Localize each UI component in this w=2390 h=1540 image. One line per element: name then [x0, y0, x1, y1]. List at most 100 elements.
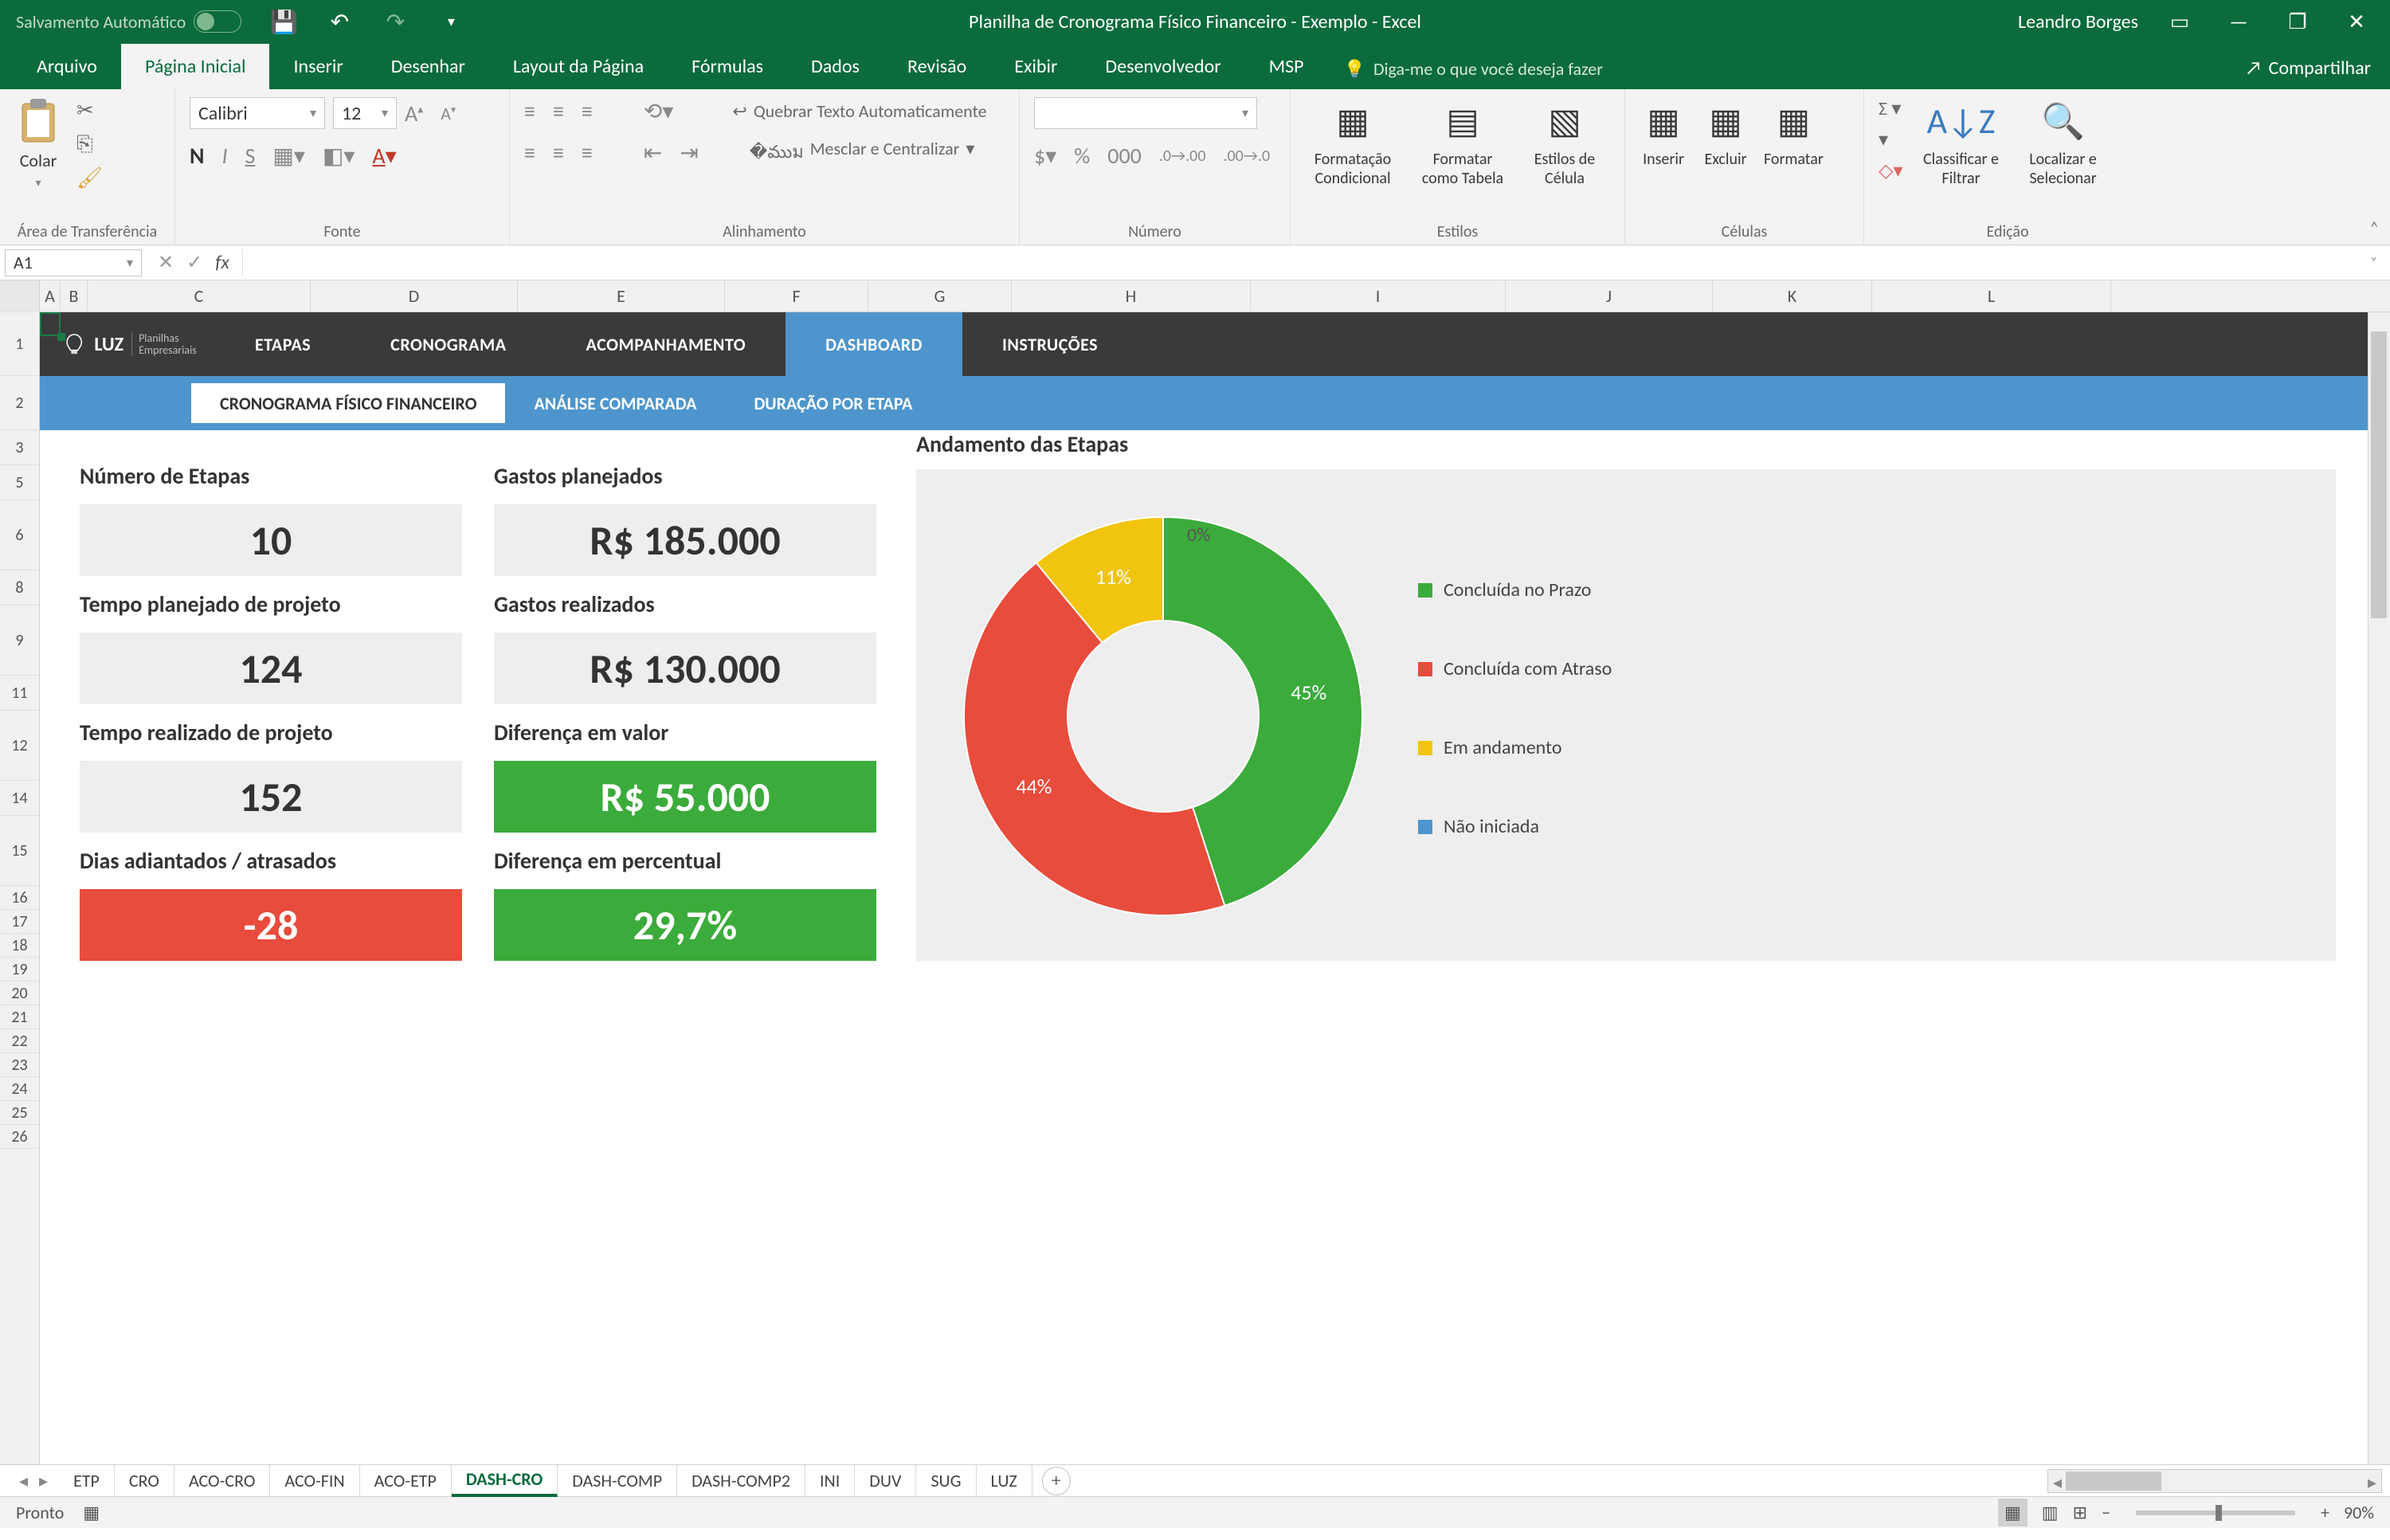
sheet-tab-DASH-CRO[interactable]: DASH-CRO: [452, 1465, 558, 1497]
dash-subtab-2[interactable]: DURAÇÃO POR ETAPA: [725, 383, 941, 423]
percent-format-icon[interactable]: %: [1074, 142, 1090, 170]
align-middle-icon[interactable]: ≡: [553, 97, 564, 125]
col-header-C[interactable]: C: [88, 280, 311, 312]
formula-input[interactable]: [242, 249, 2357, 276]
fill-color-icon[interactable]: ◧▾: [323, 142, 355, 170]
sheet-tab-ACO-FIN[interactable]: ACO-FIN: [270, 1465, 359, 1497]
insert-cells-button[interactable]: ▦Inserir: [1640, 97, 1687, 169]
sort-filter-button[interactable]: A↓ZClassificar e Filtrar: [1918, 97, 2005, 188]
sheet-tab-LUZ[interactable]: LUZ: [977, 1465, 1032, 1497]
col-header-K[interactable]: K: [1713, 280, 1872, 312]
enter-formula-icon[interactable]: ✓: [186, 251, 202, 274]
vertical-scrollbar[interactable]: [2368, 312, 2390, 1464]
sheet-tab-SUG[interactable]: SUG: [916, 1465, 976, 1497]
autosave-toggle[interactable]: Salvamento Automático: [16, 10, 241, 33]
col-header-I[interactable]: I: [1251, 280, 1506, 312]
orientation-icon[interactable]: ⟲▾: [644, 97, 674, 125]
dash-tab-etapas[interactable]: ETAPAS: [215, 312, 351, 376]
qat-customize-icon[interactable]: ▾: [437, 8, 464, 35]
tab-scroll-left-icon[interactable]: ◂: [19, 1470, 28, 1491]
ribbon-tab-arquivo[interactable]: Arquivo: [13, 44, 121, 89]
save-icon[interactable]: 💾: [270, 8, 297, 35]
row-header-5[interactable]: 5: [0, 465, 39, 500]
user-name[interactable]: Leandro Borges: [2018, 10, 2138, 33]
macro-record-icon[interactable]: ▦: [83, 1502, 100, 1523]
conditional-formatting-button[interactable]: ▦Formatação Condicional: [1305, 97, 1401, 188]
row-header-15[interactable]: 15: [0, 816, 39, 886]
ribbon-tab-inserir[interactable]: Inserir: [269, 44, 366, 89]
dash-tab-cronograma[interactable]: CRONOGRAMA: [351, 312, 546, 376]
close-icon[interactable]: ✕: [2339, 8, 2374, 35]
sheet-tab-ACO-ETP[interactable]: ACO-ETP: [360, 1465, 452, 1497]
ribbon-tab-msp[interactable]: MSP: [1245, 44, 1328, 89]
align-center-icon[interactable]: ≡: [553, 139, 564, 167]
row-header-6[interactable]: 6: [0, 500, 39, 570]
font-color-icon[interactable]: A▾: [372, 142, 396, 170]
row-header-2[interactable]: 2: [0, 376, 39, 430]
sheet-tab-ACO-CRO[interactable]: ACO-CRO: [174, 1465, 270, 1497]
cell-styles-button[interactable]: ▧Estilos de Célula: [1525, 97, 1604, 188]
comma-format-icon[interactable]: 000: [1107, 142, 1142, 170]
increase-indent-icon[interactable]: ⇥: [680, 139, 698, 167]
sheet-tab-DASH-COMP2[interactable]: DASH-COMP2: [677, 1465, 805, 1497]
dash-subtab-1[interactable]: ANÁLISE COMPARADA: [505, 383, 725, 423]
row-header-1[interactable]: 1: [0, 312, 39, 376]
font-size-combo[interactable]: 12▾: [333, 97, 397, 129]
dash-tab-acompanhamento[interactable]: ACOMPANHAMENTO: [547, 312, 786, 376]
name-box[interactable]: A1▾: [5, 249, 142, 276]
bold-icon[interactable]: N: [190, 142, 204, 170]
minimize-icon[interactable]: —: [2221, 8, 2256, 35]
dash-subtab-0[interactable]: CRONOGRAMA FÍSICO FINANCEIRO: [191, 383, 505, 423]
redo-icon[interactable]: ↷: [382, 8, 409, 35]
ribbon-display-icon[interactable]: ▭: [2162, 8, 2197, 35]
sheet-tab-CRO[interactable]: CRO: [115, 1465, 174, 1497]
sheet-tab-DUV[interactable]: DUV: [855, 1465, 916, 1497]
cut-icon[interactable]: ✂: [76, 97, 103, 123]
row-header-16[interactable]: 16: [0, 886, 39, 910]
undo-icon[interactable]: ↶: [326, 8, 353, 35]
dash-tab-instruções[interactable]: INSTRUÇÕES: [962, 312, 1138, 376]
ribbon-tab-página-inicial[interactable]: Página Inicial: [121, 44, 270, 89]
dash-tab-dashboard[interactable]: DASHBOARD: [786, 312, 962, 376]
row-header-21[interactable]: 21: [0, 1005, 39, 1029]
zoom-slider[interactable]: [2136, 1511, 2295, 1515]
paste-button[interactable]: Colar ▾: [14, 97, 62, 190]
find-select-button[interactable]: 🔍Localizar e Selecionar: [2020, 97, 2107, 188]
row-header-22[interactable]: 22: [0, 1029, 39, 1053]
italic-icon[interactable]: I: [221, 142, 227, 170]
ribbon-tab-exibir[interactable]: Exibir: [990, 44, 1081, 89]
delete-cells-button[interactable]: ▦Excluir: [1702, 97, 1749, 169]
ribbon-tab-desenhar[interactable]: Desenhar: [367, 44, 489, 89]
align-right-icon[interactable]: ≡: [582, 139, 593, 167]
row-header-25[interactable]: 25: [0, 1101, 39, 1125]
ribbon-tab-dados[interactable]: Dados: [787, 44, 884, 89]
col-header-B[interactable]: B: [61, 280, 88, 312]
row-header-3[interactable]: 3: [0, 430, 39, 465]
col-header-F[interactable]: F: [725, 280, 868, 312]
row-header-9[interactable]: 9: [0, 605, 39, 676]
row-header-26[interactable]: 26: [0, 1125, 39, 1149]
row-header-12[interactable]: 12: [0, 711, 39, 781]
fill-handle[interactable]: [57, 333, 65, 341]
format-as-table-button[interactable]: ▤Formatar como Tabela: [1415, 97, 1510, 188]
borders-icon[interactable]: ▦▾: [272, 142, 305, 170]
col-header-J[interactable]: J: [1506, 280, 1713, 312]
row-header-11[interactable]: 11: [0, 676, 39, 711]
sheet-tab-DASH-COMP[interactable]: DASH-COMP: [558, 1465, 677, 1497]
fx-icon[interactable]: fx: [215, 251, 229, 274]
zoom-level[interactable]: 90%: [2344, 1502, 2374, 1523]
col-header-D[interactable]: D: [311, 280, 518, 312]
col-header-G[interactable]: G: [868, 280, 1012, 312]
row-header-17[interactable]: 17: [0, 910, 39, 934]
fill-icon[interactable]: ▾: [1879, 128, 1903, 151]
horizontal-scrollbar[interactable]: ◂ ▸: [2047, 1469, 2382, 1493]
decrease-indent-icon[interactable]: ⇤: [644, 139, 662, 167]
align-left-icon[interactable]: ≡: [524, 139, 535, 167]
ribbon-tab-revisão[interactable]: Revisão: [884, 44, 990, 89]
ribbon-tab-layout-da-página[interactable]: Layout da Página: [489, 44, 668, 89]
sheet-tab-ETP[interactable]: ETP: [59, 1465, 115, 1497]
row-header-19[interactable]: 19: [0, 958, 39, 982]
row-header-23[interactable]: 23: [0, 1053, 39, 1077]
page-layout-view-icon[interactable]: ▥: [2042, 1502, 2059, 1523]
zoom-out-icon[interactable]: −: [2102, 1502, 2110, 1523]
